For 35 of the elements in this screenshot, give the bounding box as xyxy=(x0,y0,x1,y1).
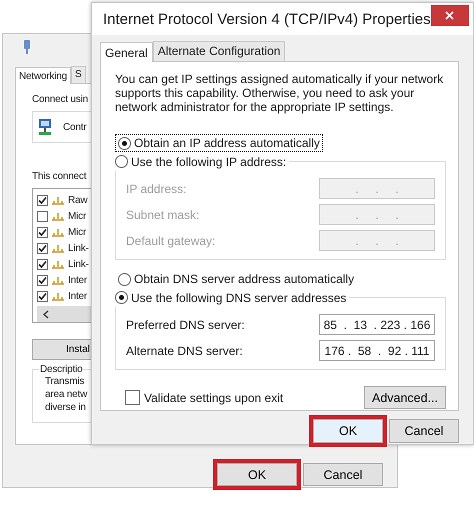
component-item[interactable]: Link- xyxy=(37,240,89,256)
field-label: Subnet mask: xyxy=(126,208,200,222)
advanced-button[interactable]: Advanced... xyxy=(364,386,446,409)
components-label: This connect xyxy=(32,171,86,182)
tab[interactable]: Alternate Configuration xyxy=(152,41,286,61)
field-label: Preferred DNS server: xyxy=(126,318,245,332)
component-item[interactable]: Micr xyxy=(37,224,86,240)
radio-option[interactable]: Obtain an IP address automatically xyxy=(115,134,323,152)
tab[interactable]: General xyxy=(100,42,153,62)
window-title: Internet Protocol Version 4 (TCP/IPv4) Properties xyxy=(103,10,431,28)
tab[interactable]: S xyxy=(71,66,86,83)
description-title: Descriptio xyxy=(39,364,84,375)
validate-checkbox[interactable]: Validate settings upon exit xyxy=(125,390,284,405)
field-label: Alternate DNS server: xyxy=(126,344,243,358)
field-label: Default gateway: xyxy=(126,234,216,248)
tab[interactable]: Networking xyxy=(15,67,72,84)
component-item[interactable]: Inter xyxy=(37,288,88,304)
dialog-button[interactable]: Cancel xyxy=(303,463,383,486)
description-text: Transmis xyxy=(45,375,84,388)
ip-address-field[interactable]: 85 . 13 . 223 . 166 xyxy=(319,314,435,335)
ip-address-field[interactable]: 176 . 58 . 92 . 111 xyxy=(319,340,435,361)
description-text: diverse in xyxy=(45,401,86,414)
radio-option[interactable]: Use the following DNS server addresses xyxy=(112,288,350,306)
component-item[interactable]: Link- xyxy=(37,256,89,272)
component-item[interactable]: Micr xyxy=(37,208,86,224)
radio-option[interactable]: Obtain DNS server address automatically xyxy=(115,270,358,288)
description-text: area netw xyxy=(45,388,88,401)
field-label: IP address: xyxy=(126,182,186,196)
connect-using-label: Connect usin xyxy=(32,94,88,105)
component-item[interactable]: Raw xyxy=(37,192,88,208)
radio-option[interactable]: Use the following IP address: xyxy=(112,152,290,170)
component-item[interactable]: Inter xyxy=(37,272,88,288)
adapter-name: Contr xyxy=(63,122,86,132)
intro-text: You can get IP settings assigned automatically if your network supports this capability. Otherwise, you need to ask your network administrator for the appropriate IP settings. xyxy=(115,72,444,114)
dialog-button[interactable]: Cancel xyxy=(389,419,459,443)
